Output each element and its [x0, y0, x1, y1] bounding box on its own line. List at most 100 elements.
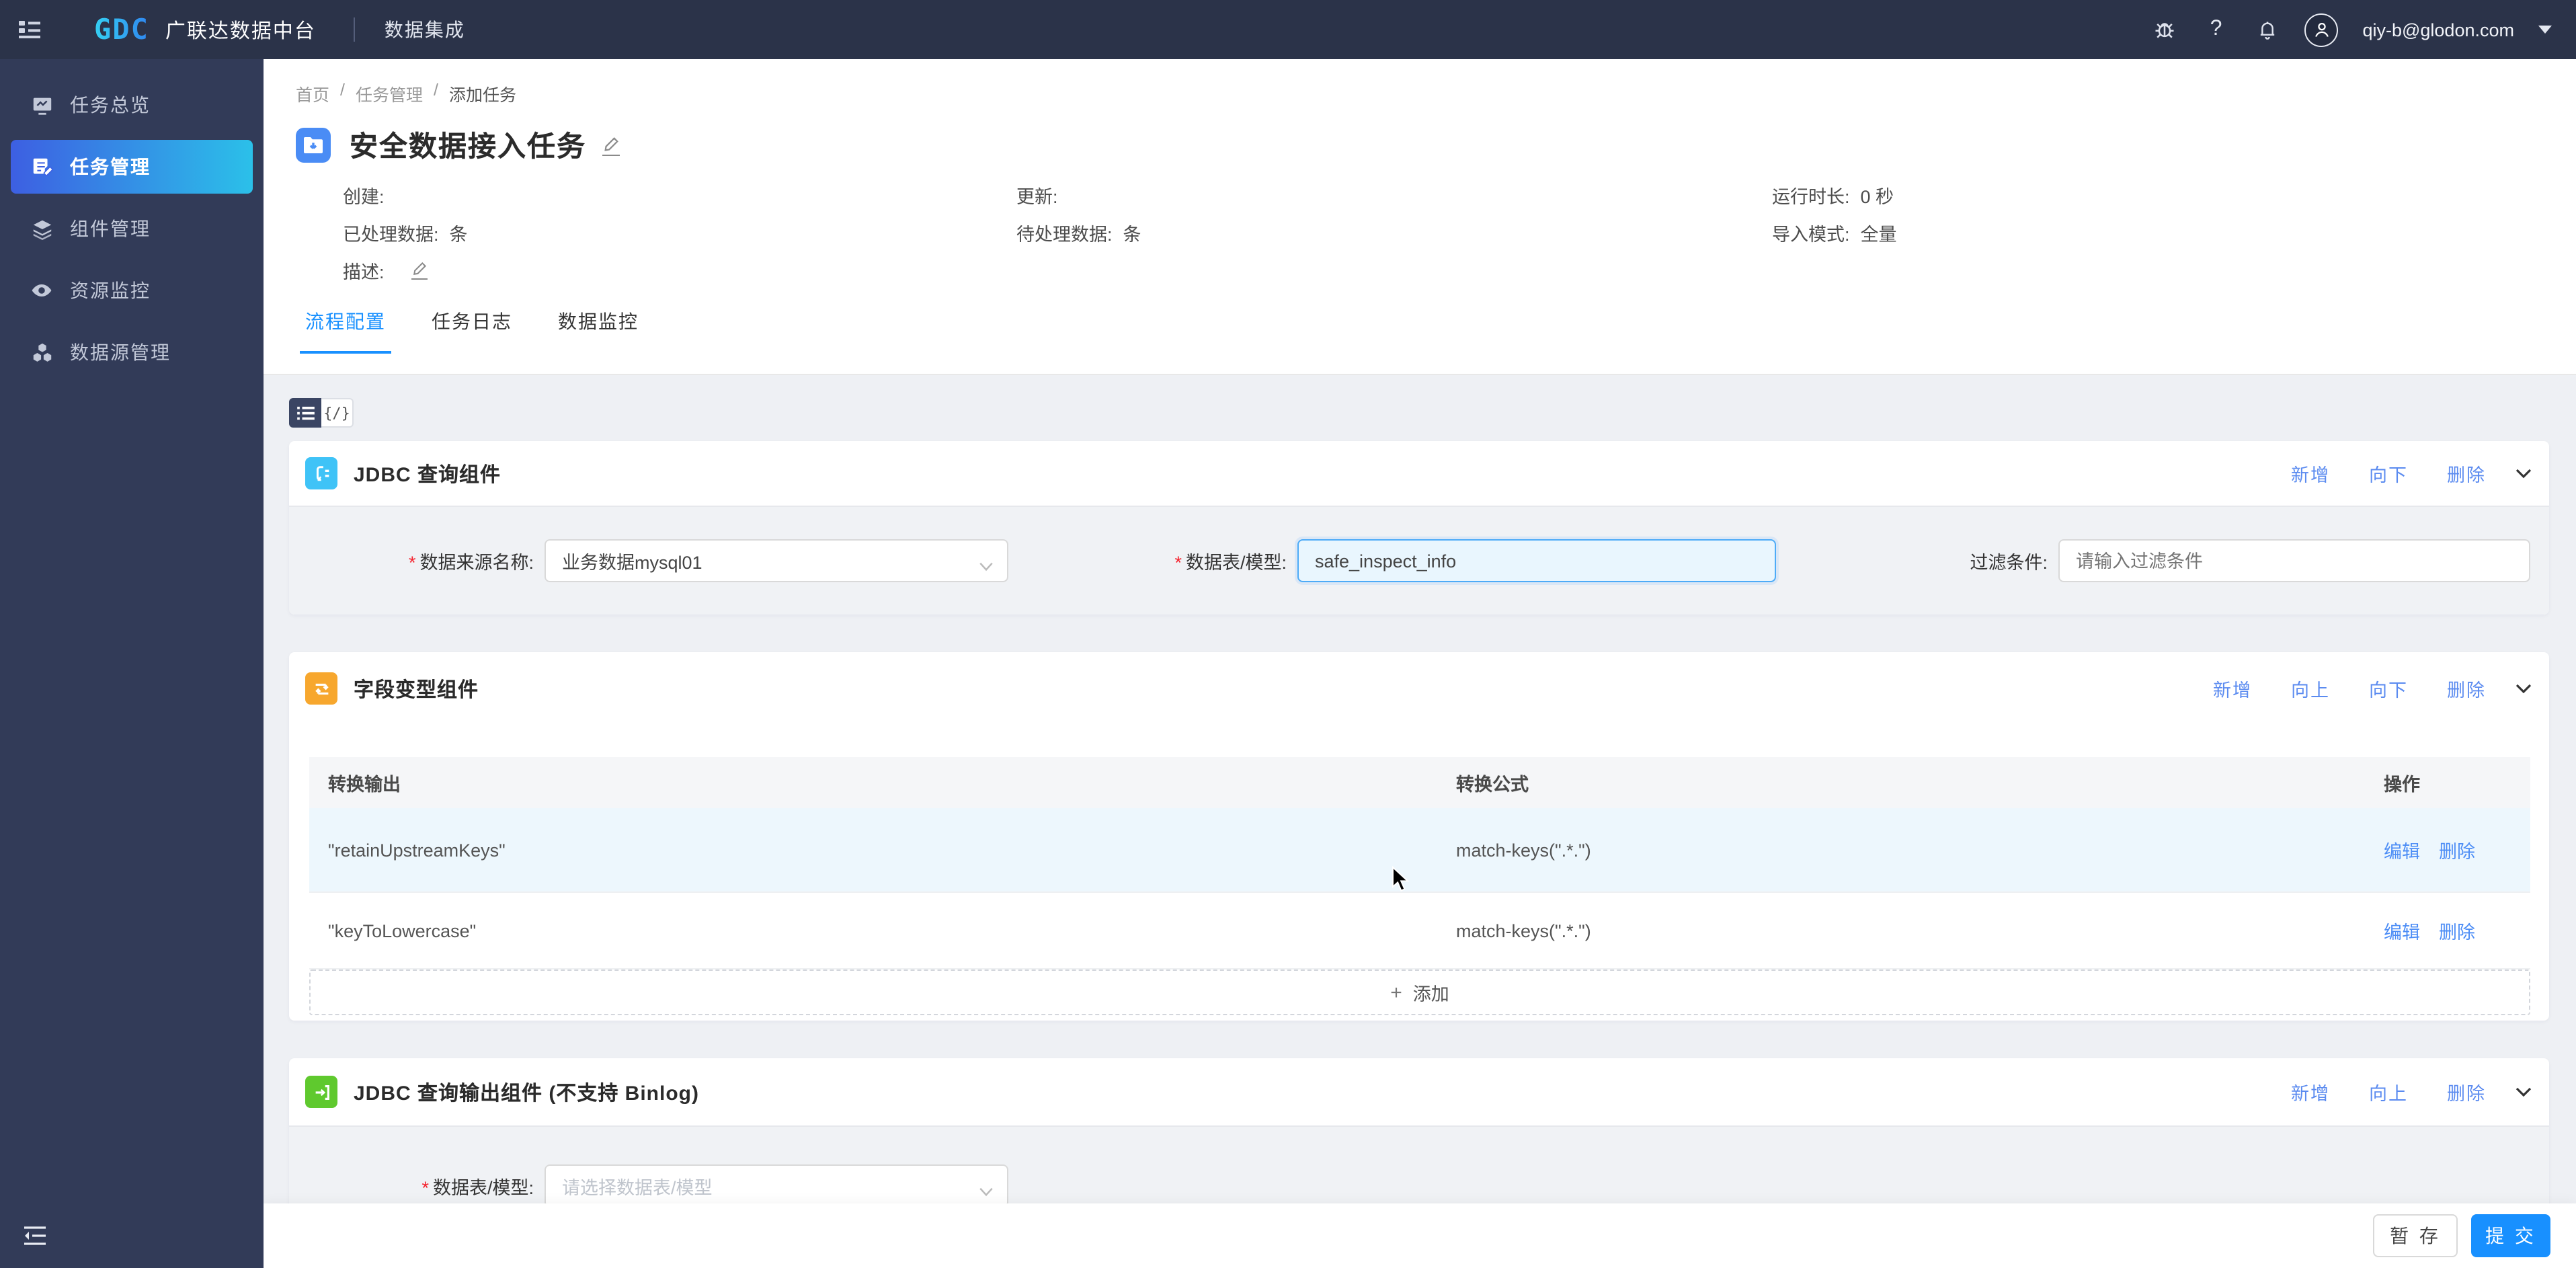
tab-data-monitor[interactable]: 数据监控: [553, 303, 644, 354]
components-icon: [30, 216, 54, 241]
col-header-actions: 操作: [2384, 769, 2530, 796]
card-action-move-down[interactable]: 向下: [2369, 460, 2408, 487]
help-icon[interactable]: ?: [2202, 16, 2229, 43]
meta-label: 更新:: [1016, 182, 1058, 208]
cell-formula: match-keys(".*."): [1456, 840, 2384, 860]
page-header: 首页 / 任务管理 / 添加任务 安全数据接入任务 创建: 更新: 运行时长:0…: [264, 59, 2576, 375]
card-action-add[interactable]: 新增: [2291, 460, 2330, 487]
edit-title-icon[interactable]: [602, 135, 620, 155]
datasource-select-value: 业务数据mysql01: [562, 547, 702, 574]
breadcrumb-home[interactable]: 首页: [296, 81, 329, 106]
breadcrumb-sep: /: [434, 81, 438, 106]
chevron-up-icon[interactable]: [2515, 683, 2532, 694]
meta-value: 条: [1123, 219, 1141, 246]
task-manage-icon: [30, 155, 54, 179]
filter-condition-input[interactable]: [2058, 539, 2530, 582]
bug-icon[interactable]: [2151, 16, 2178, 43]
list-view-icon[interactable]: [289, 398, 321, 428]
meta-value: 全量: [1861, 219, 1897, 246]
meta-label: 描述:: [343, 257, 385, 284]
user-email[interactable]: qiy-b@glodon.com: [2362, 19, 2514, 40]
module-title[interactable]: 数据集成: [385, 16, 465, 43]
caret-down-icon[interactable]: [2538, 26, 2552, 34]
table-model-input[interactable]: [1297, 539, 1776, 582]
col-header-formula: 转换公式: [1456, 769, 2384, 796]
card-action-add[interactable]: 新增: [2213, 675, 2252, 702]
breadcrumb-sep: /: [340, 81, 345, 106]
cell-output: "retainUpstreamKeys": [309, 840, 1456, 860]
table-header-row: 转换输出 转换公式 操作: [309, 757, 2530, 808]
field-label-datasource: *数据来源名称:: [289, 547, 545, 574]
sidebar-item-components[interactable]: 组件管理: [11, 202, 253, 255]
card-action-move-up[interactable]: 向上: [2291, 675, 2330, 702]
meta-label: 已处理数据:: [343, 219, 439, 246]
sidebar: 任务总览 任务管理 组件管理 资源监控: [0, 59, 264, 1268]
code-view-button[interactable]: {/}: [321, 398, 354, 428]
bell-icon[interactable]: [2253, 16, 2280, 43]
output-table-select[interactable]: 请选择数据表/模型: [545, 1164, 1008, 1207]
chevron-up-icon[interactable]: [2515, 1086, 2532, 1097]
card-action-move-up[interactable]: 向上: [2369, 1078, 2408, 1105]
submit-button[interactable]: 提 交: [2471, 1214, 2550, 1257]
chevron-down-icon: [979, 1181, 994, 1201]
meta-value: 0 秒: [1861, 182, 1894, 208]
view-toggle: {/}: [289, 398, 2549, 428]
row-edit-link[interactable]: 编辑: [2384, 836, 2420, 863]
sidebar-item-label: 任务管理: [70, 153, 151, 180]
cell-output: "keyToLowercase": [309, 920, 1456, 941]
sidebar-item-task-manage[interactable]: 任务管理: [11, 140, 253, 194]
main-content: 首页 / 任务管理 / 添加任务 安全数据接入任务 创建: 更新: 运行时长:0…: [264, 59, 2576, 1268]
card-action-delete[interactable]: 删除: [2447, 675, 2486, 702]
sidebar-item-task-overview[interactable]: 任务总览: [11, 78, 253, 132]
meta-label: 创建:: [343, 182, 385, 208]
save-draft-button[interactable]: 暂 存: [2373, 1214, 2458, 1257]
breadcrumb-current: 添加任务: [449, 81, 516, 106]
tab-flow-config[interactable]: 流程配置: [300, 303, 391, 354]
sidebar-item-datasource[interactable]: 数据源管理: [11, 325, 253, 379]
row-delete-link[interactable]: 删除: [2439, 917, 2475, 944]
chevron-up-icon[interactable]: [2515, 468, 2532, 479]
tab-bar: 流程配置 任务日志 数据监控: [300, 303, 2576, 354]
meta-label: 运行时长:: [1772, 182, 1850, 208]
resource-monitor-icon: [30, 278, 54, 303]
sidebar-item-label: 数据源管理: [70, 339, 171, 366]
task-folder-icon: [296, 128, 331, 163]
jdbc-query-icon: [305, 457, 337, 489]
sidebar-item-label: 资源监控: [70, 277, 151, 304]
card-action-delete[interactable]: 删除: [2447, 1078, 2486, 1105]
meta-value: 条: [450, 219, 468, 246]
card-action-add[interactable]: 新增: [2291, 1078, 2330, 1105]
row-delete-link[interactable]: 删除: [2439, 836, 2475, 863]
card-action-delete[interactable]: 删除: [2447, 460, 2486, 487]
plus-icon: +: [1390, 981, 1402, 1004]
flow-config-panel: {/} JDBC 查询组件 新增 向下 删除: [264, 375, 2576, 1268]
row-edit-link[interactable]: 编辑: [2384, 917, 2420, 944]
tab-task-log[interactable]: 任务日志: [426, 303, 518, 354]
table-row: "keyToLowercase" match-keys(".*.") 编辑 删除: [309, 893, 2530, 969]
sidebar-item-label: 任务总览: [70, 91, 151, 118]
sidebar-item-resource-monitor[interactable]: 资源监控: [11, 264, 253, 317]
footer-bar: 暂 存 提 交: [264, 1203, 2576, 1268]
cell-formula: match-keys(".*."): [1456, 920, 2384, 941]
breadcrumb-task-manage[interactable]: 任务管理: [356, 81, 423, 106]
meta-label: 待处理数据:: [1016, 219, 1113, 246]
dashboard-icon: [30, 93, 54, 117]
meta-label: 导入模式:: [1772, 219, 1850, 246]
app-title: 广联达数据中台: [165, 15, 316, 44]
nav-menu-icon[interactable]: [0, 0, 59, 59]
field-label-output-table: *数据表/模型:: [289, 1173, 545, 1199]
datasource-select[interactable]: 业务数据mysql01: [545, 539, 1008, 582]
collapse-sidebar-icon[interactable]: [19, 1220, 51, 1252]
edit-description-icon[interactable]: [411, 261, 428, 280]
card-action-move-down[interactable]: 向下: [2369, 675, 2408, 702]
datasource-icon: [30, 340, 54, 364]
add-transform-button[interactable]: + 添加: [309, 969, 2530, 1015]
table-row: "retainUpstreamKeys" match-keys(".*.") 编…: [309, 808, 2530, 893]
card-title: 字段变型组件: [354, 674, 479, 703]
col-header-output: 转换输出: [309, 769, 1456, 796]
task-meta: 创建: 更新: 运行时长: 0 秒 已处理数据: 条 待处理数据: 条 导入模式: 全量…: [343, 176, 2576, 289]
output-table-placeholder: 请选择数据表/模型: [562, 1173, 713, 1199]
avatar[interactable]: [2304, 13, 2338, 46]
card-title: JDBC 查询组件: [354, 459, 501, 487]
field-label-table-model: *数据表/模型:: [1008, 547, 1297, 574]
